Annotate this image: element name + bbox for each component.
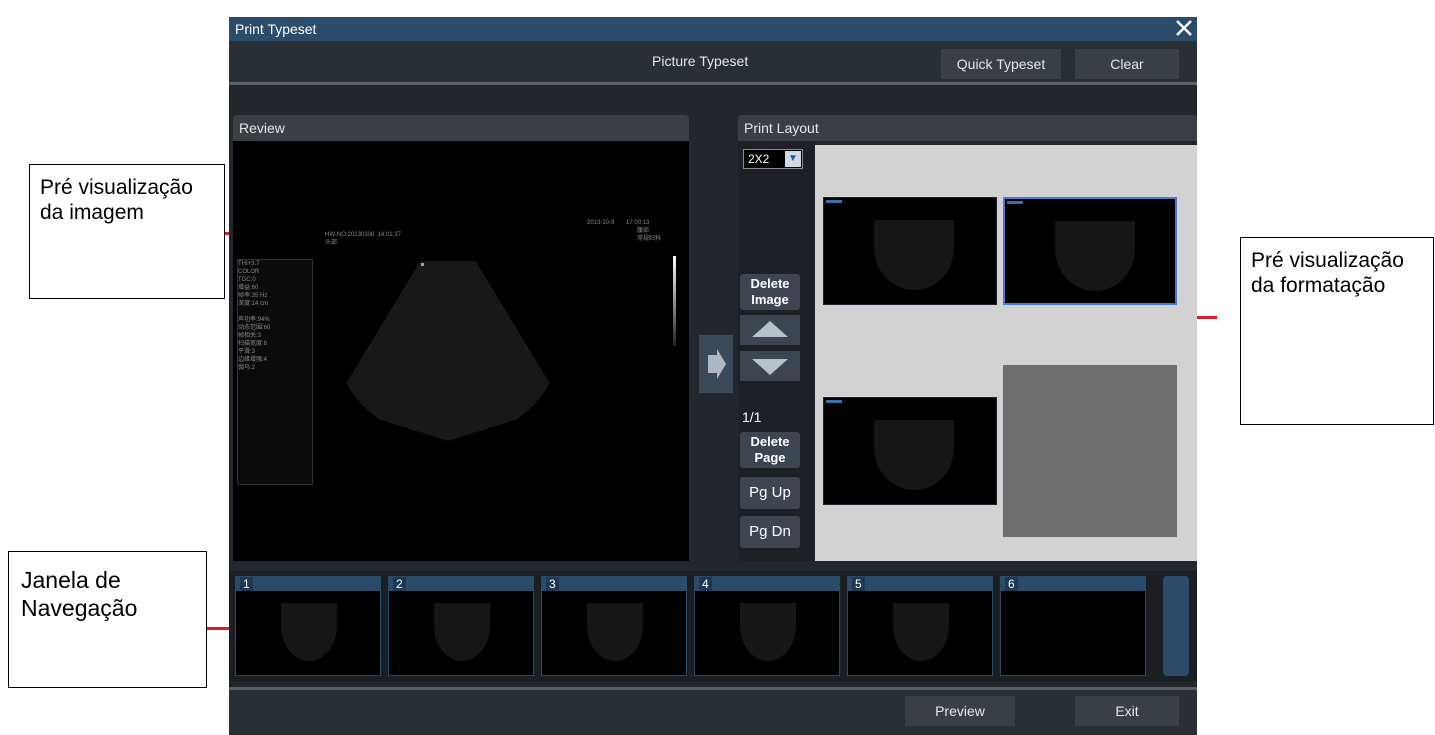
print-layout-header: Print Layout xyxy=(738,115,1197,141)
delete-image-button[interactable]: Delete Image xyxy=(740,274,800,310)
focus-marker xyxy=(421,263,424,266)
nav-thumb-header xyxy=(542,577,686,591)
print-typeset-window: Print Typeset Picture Typeset Quick Type… xyxy=(229,17,1197,735)
callout-format-preview: Pré visualização da formatação xyxy=(1240,237,1434,425)
layout-select-value: 2X2 xyxy=(748,152,770,166)
print-layout-preview xyxy=(815,145,1197,561)
title-bar: Print Typeset xyxy=(229,17,1197,41)
ultrasound-sector xyxy=(333,261,563,441)
review-header-text: HW-NO:20130308 14:01:37 头部 xyxy=(325,232,401,246)
callout-nav-window: Janela de Navegação xyxy=(8,551,207,688)
move-up-button[interactable] xyxy=(740,315,800,345)
layout-slot-4-empty[interactable] xyxy=(1003,365,1177,537)
clear-button[interactable]: Clear xyxy=(1075,49,1179,79)
delete-page-button[interactable]: Delete Page xyxy=(740,432,800,468)
nav-thumb-header xyxy=(695,577,839,591)
review-image: HW-NO:20130308 14:01:37 头部 2013-10-9 17:… xyxy=(233,141,689,561)
nav-thumb-1[interactable]: 1 xyxy=(235,576,381,676)
layout-slot-3[interactable] xyxy=(823,397,997,505)
nav-thumb-header xyxy=(848,577,992,591)
nav-scrollbar[interactable] xyxy=(1163,576,1189,676)
nav-thumb-header xyxy=(389,577,533,591)
window-title: Print Typeset xyxy=(235,21,317,37)
nav-thumb-number: 2 xyxy=(393,577,406,591)
callout-text: Pré visualização da imagem xyxy=(40,176,193,224)
nav-thumb-header xyxy=(1001,577,1145,591)
triangle-up-icon xyxy=(752,321,788,337)
ultrasound-sector xyxy=(281,603,337,661)
picture-typeset-label: Picture Typeset xyxy=(652,53,749,69)
nav-thumb-number: 3 xyxy=(546,577,559,591)
thumb-tag xyxy=(1007,201,1023,204)
close-icon[interactable] xyxy=(1173,17,1195,39)
ultrasound-sector xyxy=(874,220,954,290)
review-header: Review xyxy=(233,115,689,141)
nav-thumb-number: 6 xyxy=(1005,577,1018,591)
nav-thumb-2[interactable]: 2 xyxy=(388,576,534,676)
nav-thumb-header xyxy=(236,577,380,591)
nav-thumb-5[interactable]: 5 xyxy=(847,576,993,676)
nav-thumb-number: 5 xyxy=(852,577,865,591)
ultrasound-sector xyxy=(893,603,949,661)
move-down-button[interactable] xyxy=(740,351,800,381)
ultrasound-sector xyxy=(434,603,490,661)
page-down-button[interactable]: Pg Dn xyxy=(740,516,800,548)
thumb-tag xyxy=(826,400,842,403)
navigation-window: 1 2 3 4 5 6 xyxy=(229,571,1197,681)
ultrasound-sector xyxy=(587,603,643,661)
triangle-down-icon xyxy=(752,359,788,375)
page-up-button[interactable]: Pg Up xyxy=(740,477,800,509)
bottom-bar: Preview Exit xyxy=(229,687,1197,735)
review-date-text: 2013-10-9 17:00:13 腹部 常规妇科 xyxy=(587,220,662,242)
arrow-right-icon xyxy=(708,349,726,379)
callout-image-preview: Pré visualização da imagem xyxy=(29,164,225,299)
callout-text: Pré visualização da formatação xyxy=(1251,249,1404,297)
page-indicator: 1/1 xyxy=(742,409,762,425)
transfer-arrow-button[interactable] xyxy=(699,335,733,393)
layout-select[interactable]: 2X2 ▼ xyxy=(743,149,803,169)
depth-scale-bar xyxy=(673,256,676,346)
ultrasound-sector xyxy=(740,603,796,661)
toolbar: Picture Typeset Quick Typeset Clear xyxy=(229,41,1197,85)
quick-typeset-button[interactable]: Quick Typeset xyxy=(941,49,1061,79)
thumb-tag xyxy=(826,200,842,203)
nav-thumb-4[interactable]: 4 xyxy=(694,576,840,676)
ultrasound-sector xyxy=(874,420,954,490)
review-param-box: THI+3.7 COLOR TGC:0 增益:60 帧率:35 Hz 深度:14… xyxy=(237,259,313,485)
layout-slot-1[interactable] xyxy=(823,197,997,305)
preview-button[interactable]: Preview xyxy=(905,696,1015,726)
nav-thumb-3[interactable]: 3 xyxy=(541,576,687,676)
callout-text: Janela de Navegação xyxy=(21,567,138,621)
layout-slot-2-selected[interactable] xyxy=(1003,197,1177,305)
nav-thumb-number: 4 xyxy=(699,577,712,591)
nav-thumb-number: 1 xyxy=(240,577,253,591)
nav-thumb-6[interactable]: 6 xyxy=(1000,576,1146,676)
ultrasound-sector xyxy=(1055,221,1135,291)
chevron-down-icon[interactable]: ▼ xyxy=(785,151,801,167)
exit-button[interactable]: Exit xyxy=(1075,696,1179,726)
